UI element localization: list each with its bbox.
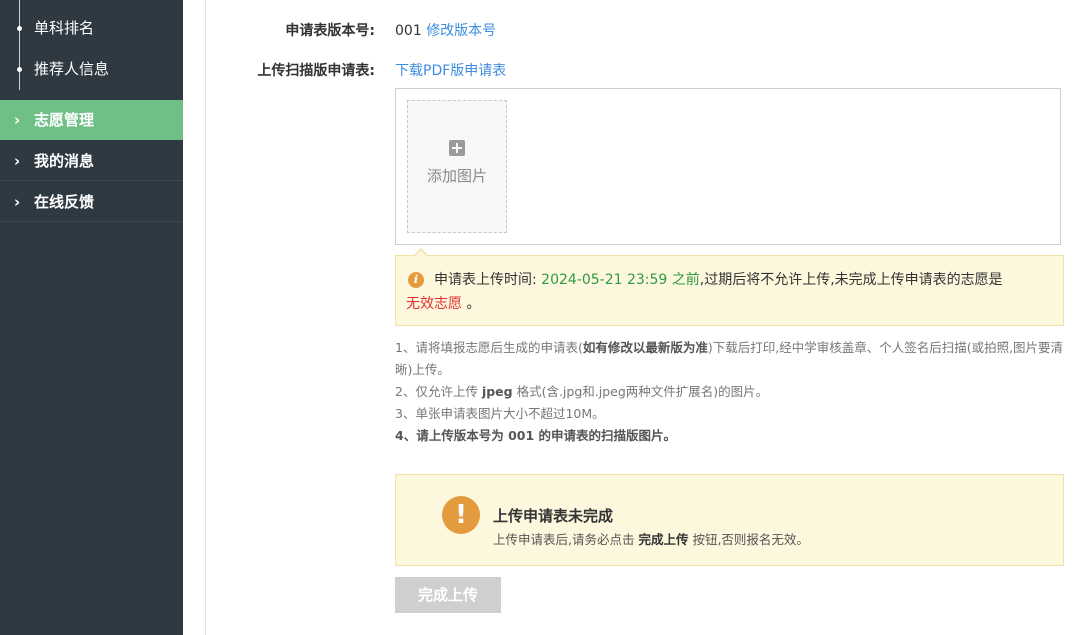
sidebar-item-label: 我的消息 [34, 152, 95, 170]
instruction-line-3: 3、单张申请表图片大小不超过10M。 [395, 406, 605, 421]
instruction-text: 2、仅允许上传 [395, 384, 482, 399]
upload-instructions: 1、请将填报志愿后生成的申请表(如有修改以最新版为准)下载后打印,经中学审核盖章… [395, 337, 1067, 447]
sidebar-item-label: 在线反馈 [34, 193, 95, 211]
notice-text: 申请表上传时间: 2024-05-21 23:59 之前,过期后将不允许上传,未… [434, 270, 1054, 290]
instruction-line-2: 2、仅允许上传 jpeg 格式(含.jpg和.jpeg两种文件扩展名)的图片。 [395, 381, 1067, 403]
modify-version-link[interactable]: 修改版本号 [426, 23, 496, 39]
plus-square-icon [449, 140, 465, 156]
upload-incomplete-warning: ! 上传申请表未完成 上传申请表后,请务必点击 完成上传 按钮,否则报名无效。 [395, 474, 1064, 566]
version-row: 001 修改版本号 [395, 20, 496, 40]
instruction-line-1: 1、请将填报志愿后生成的申请表(如有修改以最新版为准)下载后打印,经中学审核盖章… [395, 337, 1067, 381]
upload-deadline-notice: i 申请表上传时间: 2024-05-21 23:59 之前,过期后将不允许上传… [395, 255, 1064, 326]
content-left-gutter [183, 0, 206, 635]
bullet-icon [17, 67, 22, 72]
warning-text: 按钮,否则报名无效。 [688, 532, 809, 547]
instruction-text: 1、请将填报志愿后生成的申请表( [395, 340, 583, 355]
warning-title: 上传申请表未完成 [493, 507, 614, 525]
warning-text: 上传申请表后,请务必点击 [493, 532, 639, 547]
chevron-right-icon: › [14, 111, 21, 129]
instruction-emphasis: 如有修改以最新版为准 [582, 340, 708, 355]
notice-deadline: 2024-05-21 23:59 之前 [541, 272, 700, 288]
chevron-right-icon: › [14, 152, 21, 170]
warning-emphasis: 完成上传 [638, 532, 689, 547]
notice-pointer-inner [414, 250, 428, 257]
bullet-icon [17, 26, 22, 31]
sidebar-subitem-single-subject-rank[interactable]: 单科排名 [0, 8, 183, 48]
sidebar-item-my-messages[interactable]: › 我的消息 [0, 141, 183, 181]
notice-text-line2: 无效志愿 。 [406, 294, 480, 314]
add-image-label: 添加图片 [426, 167, 487, 185]
sidebar-subitem-label: 单科排名 [34, 19, 95, 37]
notice-suffix: 。 [466, 296, 481, 312]
instruction-version-number: 001 [508, 428, 535, 443]
instruction-line-4: 4、请上传版本号为 001 的申请表的扫描版图片。 [395, 425, 1067, 447]
sidebar-subitem-label: 推荐人信息 [34, 60, 110, 78]
sidebar: 单科排名 推荐人信息 › 志愿管理 › 我的消息 › 在线反馈 [0, 0, 183, 635]
exclamation-icon: ! [442, 496, 480, 534]
info-icon: i [408, 272, 424, 288]
image-upload-area: 添加图片 [395, 88, 1061, 245]
instruction-emphasis: 4、请上传版本号为 [395, 428, 509, 443]
notice-prefix: 申请表上传时间: [434, 272, 537, 288]
sidebar-subitem-recommender-info[interactable]: 推荐人信息 [0, 49, 183, 89]
upload-label: 上传扫描版申请表: [257, 63, 375, 79]
notice-middle: ,过期后将不允许上传,未完成上传申请表的志愿是 [699, 272, 1003, 288]
add-image-button[interactable]: 添加图片 [407, 100, 507, 233]
complete-upload-button[interactable]: 完成上传 [395, 577, 501, 613]
sidebar-item-online-feedback[interactable]: › 在线反馈 [0, 182, 183, 222]
instruction-text: 格式(含.jpg和.jpeg两种文件扩展名)的图片。 [512, 384, 769, 399]
download-pdf-link[interactable]: 下载PDF版申请表 [395, 60, 506, 80]
notice-invalid-text: 无效志愿 [406, 296, 462, 312]
instruction-emphasis: 的申请表的扫描版图片。 [534, 428, 677, 443]
sidebar-item-application-management[interactable]: › 志愿管理 [0, 100, 183, 140]
warning-description: 上传申请表后,请务必点击 完成上传 按钮,否则报名无效。 [493, 529, 809, 548]
chevron-right-icon: › [14, 193, 21, 211]
version-value: 001 [395, 23, 422, 39]
instruction-emphasis: jpeg [481, 384, 513, 399]
sidebar-item-label: 志愿管理 [34, 111, 95, 129]
version-label: 申请表版本号: [285, 23, 375, 39]
